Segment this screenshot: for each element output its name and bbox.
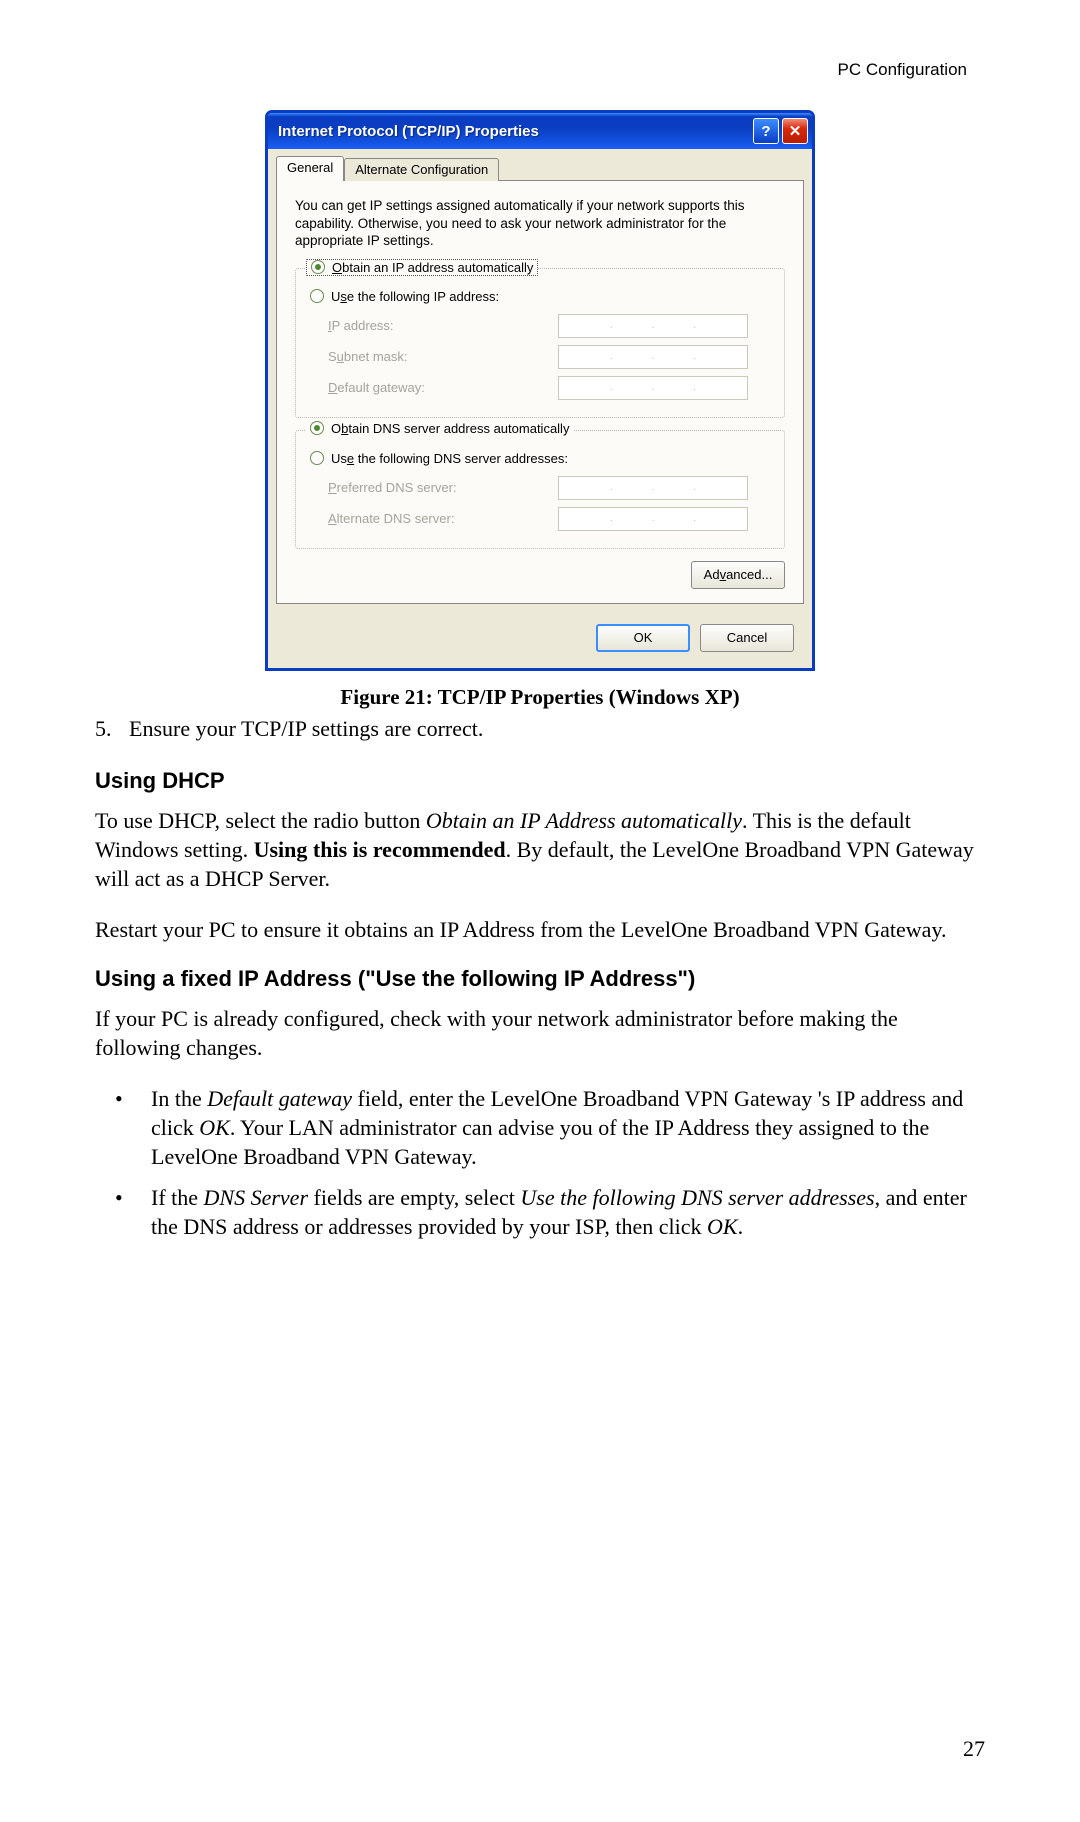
page-number: 27 [963, 1736, 985, 1762]
dns-settings-group: Obtain DNS server address automatically … [295, 430, 785, 549]
help-icon[interactable]: ? [753, 118, 779, 144]
default-gateway-row: Default gateway: ... [328, 376, 770, 400]
radio-label: Obtain DNS server address automatically [331, 421, 569, 436]
dhcp-paragraph-2: Restart your PC to ensure it obtains an … [95, 915, 985, 944]
tab-alternate-configuration[interactable]: Alternate Configuration [344, 158, 499, 181]
radio-label: Use the following IP address: [331, 289, 499, 304]
radio-use-following-dns[interactable]: Use the following DNS server addresses: [310, 451, 770, 466]
tcpip-properties-dialog: Internet Protocol (TCP/IP) Properties ? … [265, 110, 815, 671]
tab-general[interactable]: General [276, 156, 344, 181]
figure-caption: Figure 21: TCP/IP Properties (Windows XP… [95, 685, 985, 710]
ip-address-label: IP address: [328, 318, 558, 333]
radio-obtain-dns-auto[interactable]: Obtain DNS server address automatically [306, 421, 573, 436]
tab-panel-general: You can get IP settings assigned automat… [276, 180, 804, 604]
cancel-button[interactable]: Cancel [700, 624, 794, 652]
titlebar: Internet Protocol (TCP/IP) Properties ? … [268, 113, 812, 149]
ip-address-row: IP address: ... [328, 314, 770, 338]
close-icon[interactable]: ✕ [782, 118, 808, 144]
heading-using-dhcp: Using DHCP [95, 768, 985, 794]
alternate-dns-row: Alternate DNS server: ... [328, 507, 770, 531]
list-item: In the Default gateway field, enter the … [95, 1084, 985, 1171]
subnet-mask-input[interactable]: ... [558, 345, 748, 369]
fixed-ip-bullets: In the Default gateway field, enter the … [95, 1084, 985, 1241]
preferred-dns-row: Preferred DNS server: ... [328, 476, 770, 500]
subnet-mask-row: Subnet mask: ... [328, 345, 770, 369]
ip-settings-group: Obtain an IP address automatically Use t… [295, 268, 785, 418]
step-5: 5. Ensure your TCP/IP settings are corre… [95, 716, 985, 742]
ok-button[interactable]: OK [596, 624, 690, 652]
radio-obtain-ip-auto[interactable]: Obtain an IP address automatically [306, 259, 538, 276]
radio-checked-icon [310, 421, 324, 435]
alternate-dns-input[interactable]: ... [558, 507, 748, 531]
step-text: Ensure your TCP/IP settings are correct. [129, 716, 483, 742]
tab-strip: General Alternate Configuration [268, 149, 812, 180]
fixed-paragraph-1: If your PC is already configured, check … [95, 1004, 985, 1062]
dialog-actions: OK Cancel [268, 612, 812, 668]
page-header-right: PC Configuration [95, 60, 985, 80]
radio-label: Use the following DNS server addresses: [331, 451, 568, 466]
radio-unchecked-icon [310, 451, 324, 465]
heading-fixed-ip: Using a fixed IP Address ("Use the follo… [95, 966, 985, 992]
preferred-dns-label: Preferred DNS server: [328, 480, 558, 495]
ip-address-input[interactable]: ... [558, 314, 748, 338]
default-gateway-input[interactable]: ... [558, 376, 748, 400]
window-title: Internet Protocol (TCP/IP) Properties [278, 123, 539, 140]
advanced-button[interactable]: Advanced... [691, 561, 785, 589]
step-number: 5. [95, 716, 129, 742]
radio-use-following-ip[interactable]: Use the following IP address: [310, 289, 770, 304]
radio-label: Obtain an IP address automatically [332, 260, 533, 275]
radio-checked-icon [311, 260, 325, 274]
radio-unchecked-icon [310, 289, 324, 303]
dialog-description: You can get IP settings assigned automat… [295, 197, 785, 250]
alternate-dns-label: Alternate DNS server: [328, 511, 558, 526]
list-item: If the DNS Server fields are empty, sele… [95, 1183, 985, 1241]
default-gateway-label: Default gateway: [328, 380, 558, 395]
dhcp-paragraph-1: To use DHCP, select the radio button Obt… [95, 806, 985, 893]
preferred-dns-input[interactable]: ... [558, 476, 748, 500]
subnet-mask-label: Subnet mask: [328, 349, 558, 364]
